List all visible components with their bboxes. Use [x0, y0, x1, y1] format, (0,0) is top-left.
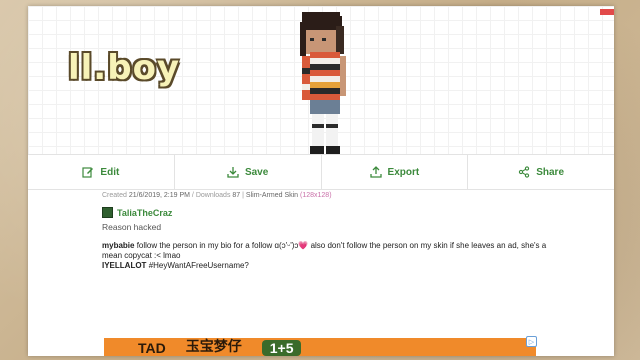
share-button[interactable]: Share — [468, 155, 614, 189]
ad-text-1: TAD — [138, 340, 166, 356]
downloads-value: 87 — [232, 192, 241, 199]
save-label: Save — [244, 166, 269, 178]
share-icon — [519, 166, 530, 178]
export-label: Export — [387, 166, 420, 178]
skin-toolbar: Edit Save Export Share — [28, 154, 614, 190]
skin-page: ll.boy Edit Save Export Share Created 21… — [28, 6, 614, 356]
ad-banner[interactable]: TAD 玉宝梦仔 1+5 — [104, 338, 536, 356]
author-avatar[interactable] — [102, 207, 113, 218]
comment-text: follow the person in my bio for a follow… — [102, 241, 547, 260]
comment-user[interactable]: IYELLALOT — [102, 261, 146, 270]
comment-user[interactable]: mybabie — [102, 241, 134, 250]
window-corner-marker — [600, 9, 614, 15]
model-type: Slim-Armed — [245, 192, 283, 199]
comment-list: mybabie follow the person in my bio for … — [102, 241, 552, 271]
upload-icon — [369, 166, 382, 178]
comment-item: IYELLALOT #HeyWantAFreeUsername? — [102, 261, 552, 271]
skin-preview: ll.boy — [28, 6, 614, 154]
skin-name-title: ll.boy — [68, 48, 181, 88]
created-value: 21/6/2019, 2:19 PM — [128, 192, 190, 199]
save-button[interactable]: Save — [175, 155, 322, 189]
reason-text: Reason hacked — [102, 222, 162, 232]
author-name-link[interactable]: TaliaTheCraz — [117, 208, 172, 218]
edit-label: Edit — [100, 166, 120, 178]
created-label: Created — [102, 192, 127, 199]
ad-text-2: 玉宝梦仔 — [185, 338, 242, 354]
resolution-badge: (128x128) — [300, 192, 332, 199]
share-label: Share — [536, 166, 565, 178]
comment-text: #HeyWantAFreeUsername? — [148, 261, 249, 270]
downloads-label: Downloads — [195, 192, 231, 199]
ad-badge: 1+5 — [261, 340, 302, 356]
export-button[interactable]: Export — [322, 155, 469, 189]
edit-button[interactable]: Edit — [28, 155, 175, 189]
asset-type: Skin — [284, 192, 299, 199]
download-icon — [227, 167, 239, 178]
author-row[interactable]: TaliaTheCraz — [102, 207, 172, 218]
ad-info-icon[interactable]: ▷ — [526, 336, 537, 347]
skin-avatar-figure[interactable] — [296, 12, 348, 154]
comment-item: mybabie follow the person in my bio for … — [102, 241, 552, 261]
edit-icon — [82, 167, 94, 178]
skin-metadata: Created 21/6/2019, 2:19 PM / Downloads 8… — [102, 192, 332, 199]
